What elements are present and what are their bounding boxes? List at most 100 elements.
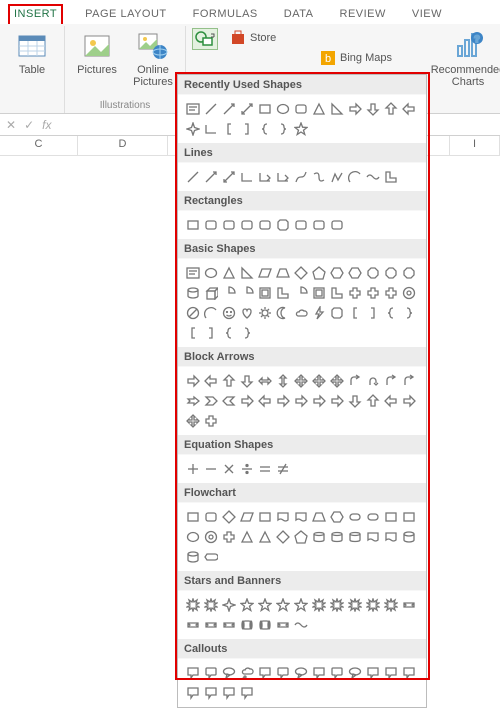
shape-lbrace[interactable] [256, 120, 274, 138]
shape-arrR[interactable] [328, 392, 346, 410]
shape-callRect[interactable] [184, 684, 202, 702]
shape-star4[interactable] [184, 120, 202, 138]
shape-arrR[interactable] [184, 372, 202, 390]
bing-maps-button[interactable]: b Bing Maps [320, 50, 392, 66]
shape-wave[interactable] [292, 616, 310, 634]
shape-pie[interactable] [220, 284, 238, 302]
shape-can[interactable] [184, 284, 202, 302]
shape-pie[interactable] [292, 284, 310, 302]
shape-plus[interactable] [364, 284, 382, 302]
shape-plus[interactable] [202, 412, 220, 430]
shape-eqEq[interactable] [256, 460, 274, 478]
shape-star5[interactable] [274, 596, 292, 614]
shape-arrL[interactable] [382, 392, 400, 410]
shape-flowDoc[interactable] [274, 508, 292, 526]
shape-rect[interactable] [382, 508, 400, 526]
shape-roundrect[interactable] [220, 216, 238, 234]
shape-arrD[interactable] [364, 100, 382, 118]
shape-flowDoc[interactable] [382, 528, 400, 546]
shape-tri[interactable] [238, 528, 256, 546]
shape-hex[interactable] [346, 264, 364, 282]
shape-rbrkt[interactable] [238, 120, 256, 138]
shape-freeform[interactable] [328, 168, 346, 186]
shape-roundrect[interactable] [292, 100, 310, 118]
shape-arrL[interactable] [202, 372, 220, 390]
shape-textbox[interactable] [184, 100, 202, 118]
shape-arrQuad[interactable] [184, 412, 202, 430]
shape-oct[interactable] [382, 264, 400, 282]
shape-lineArrow[interactable] [202, 168, 220, 186]
shape-rtri[interactable] [238, 264, 256, 282]
shape-para[interactable] [238, 508, 256, 526]
shape-callCloud[interactable] [238, 664, 256, 682]
shape-rtri[interactable] [328, 100, 346, 118]
shape-lineDbl[interactable] [238, 100, 256, 118]
tab-formulas[interactable]: FORMULAS [189, 6, 262, 24]
pictures-button[interactable]: Pictures [71, 28, 123, 88]
shape-rect[interactable] [256, 100, 274, 118]
shape-ribbon[interactable] [202, 616, 220, 634]
shape-scroll[interactable] [238, 616, 256, 634]
shape-elbowArr[interactable] [274, 168, 292, 186]
shape-arrU[interactable] [364, 392, 382, 410]
shape-callRect[interactable] [220, 684, 238, 702]
shape-ribbon[interactable] [400, 596, 418, 614]
shape-flowDoc[interactable] [364, 528, 382, 546]
shape-callRect[interactable] [400, 664, 418, 682]
shape-lineDbl[interactable] [220, 168, 238, 186]
shape-lshape[interactable] [382, 168, 400, 186]
shape-bentArr[interactable] [382, 372, 400, 390]
shape-flowDB[interactable] [346, 528, 364, 546]
shape-wave[interactable] [364, 168, 382, 186]
column-header-d[interactable]: D [78, 136, 168, 156]
shape-star5[interactable] [292, 596, 310, 614]
shape-lbrace[interactable] [220, 324, 238, 342]
shape-donut[interactable] [202, 528, 220, 546]
shape-arrR[interactable] [310, 392, 328, 410]
shape-curvedConn[interactable] [310, 168, 328, 186]
column-header-i[interactable]: I [450, 136, 500, 156]
shape-callRnd[interactable] [328, 664, 346, 682]
shape-arrR[interactable] [346, 100, 364, 118]
shape-callOval[interactable] [220, 664, 238, 682]
shape-arrL[interactable] [400, 100, 418, 118]
shape-chevR[interactable] [202, 392, 220, 410]
shape-burst[interactable] [346, 596, 364, 614]
shape-ribbon[interactable] [184, 616, 202, 634]
shape-lbrace[interactable] [382, 304, 400, 322]
shape-donut[interactable] [400, 284, 418, 302]
shape-eqDiv[interactable] [238, 460, 256, 478]
shape-rect[interactable] [256, 508, 274, 526]
shape-roundrect[interactable] [202, 508, 220, 526]
shape-rect[interactable] [400, 508, 418, 526]
shape-callRect[interactable] [238, 684, 256, 702]
shape-scroll[interactable] [256, 616, 274, 634]
shape-lbrkt[interactable] [184, 324, 202, 342]
column-header-c[interactable]: C [0, 136, 78, 156]
shape-diamond[interactable] [292, 264, 310, 282]
shape-burst[interactable] [328, 596, 346, 614]
shape-callRect[interactable] [256, 664, 274, 682]
shape-plus[interactable] [382, 284, 400, 302]
fx-cancel-icon[interactable]: ✕ [6, 118, 16, 132]
shape-arc[interactable] [202, 304, 220, 322]
shape-lshape[interactable] [274, 284, 292, 302]
shape-textbox[interactable] [184, 264, 202, 282]
shape-arrQuad[interactable] [328, 372, 346, 390]
shape-burst[interactable] [184, 596, 202, 614]
shape-tri[interactable] [256, 528, 274, 546]
shape-flowDB[interactable] [328, 528, 346, 546]
shape-star5[interactable] [238, 596, 256, 614]
shape-trap[interactable] [274, 264, 292, 282]
shape-roundrect[interactable] [310, 216, 328, 234]
shape-rect[interactable] [184, 508, 202, 526]
shape-flowDisp[interactable] [202, 548, 220, 566]
shape-rbrace[interactable] [238, 324, 256, 342]
shape-plus[interactable] [346, 284, 364, 302]
shape-moon[interactable] [274, 304, 292, 322]
shape-arrL[interactable] [256, 392, 274, 410]
shape-tri[interactable] [310, 100, 328, 118]
shape-flowDB[interactable] [310, 528, 328, 546]
shape-oval[interactable] [184, 528, 202, 546]
shape-arrD[interactable] [346, 392, 364, 410]
